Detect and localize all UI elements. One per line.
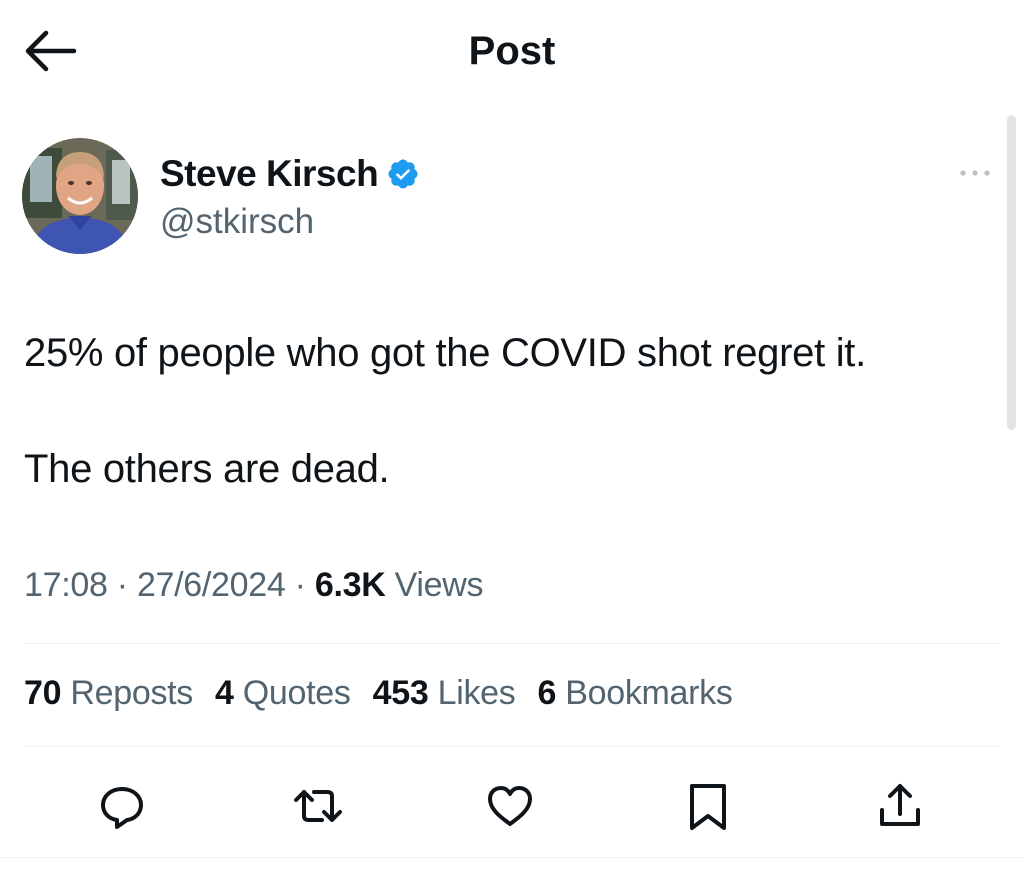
repost-button[interactable] bbox=[290, 778, 346, 834]
views-label: Views bbox=[394, 566, 484, 604]
post-text-line: 25% of people who got the COVID shot reg… bbox=[24, 331, 866, 375]
post-meta: 17:08 · 27/6/2024 · 6.3K Views bbox=[24, 566, 484, 605]
action-bar bbox=[0, 770, 1024, 840]
top-bar: Post bbox=[0, 0, 1024, 100]
bookmark-button[interactable] bbox=[680, 778, 736, 834]
stat-reposts[interactable]: 70 Reposts bbox=[24, 674, 193, 713]
divider bbox=[24, 746, 1000, 747]
post-text: 25% of people who got the COVID shot reg… bbox=[24, 324, 1004, 498]
share-icon bbox=[880, 784, 920, 826]
author-display-name: Steve Kirsch bbox=[160, 153, 379, 194]
repost-icon bbox=[294, 790, 342, 822]
more-options-button[interactable] bbox=[955, 158, 995, 188]
meta-separator: · bbox=[116, 566, 128, 604]
engagement-stats: 70 Reposts 4 Quotes 453 Likes 6 Bookmark… bbox=[24, 674, 755, 713]
author-handle[interactable]: @stkirsch bbox=[160, 202, 314, 242]
post-date[interactable]: 27/6/2024 bbox=[137, 566, 286, 604]
reply-icon bbox=[101, 787, 143, 829]
stat-count: 453 bbox=[372, 674, 429, 712]
like-icon bbox=[488, 786, 532, 826]
stat-label: Likes bbox=[437, 674, 516, 712]
divider bbox=[0, 857, 1024, 858]
stat-likes[interactable]: 453 Likes bbox=[373, 674, 516, 713]
divider bbox=[24, 643, 1000, 644]
share-button[interactable] bbox=[872, 778, 928, 834]
bookmark-icon bbox=[690, 784, 726, 830]
more-dots-icon bbox=[960, 170, 990, 176]
post-time[interactable]: 17:08 bbox=[24, 566, 108, 604]
author-name-row[interactable]: Steve Kirsch bbox=[160, 152, 420, 196]
like-button[interactable] bbox=[482, 778, 538, 834]
stat-bookmarks[interactable]: 6 Bookmarks bbox=[537, 674, 732, 713]
post-author: Steve Kirsch @stkirsch bbox=[22, 138, 922, 258]
stat-count: 4 bbox=[215, 674, 234, 712]
stat-count: 70 bbox=[24, 674, 62, 712]
scrollbar[interactable] bbox=[1007, 115, 1016, 430]
meta-separator: · bbox=[294, 566, 306, 604]
stat-quotes[interactable]: 4 Quotes bbox=[215, 674, 351, 713]
stat-label: Bookmarks bbox=[565, 674, 733, 712]
stat-label: Quotes bbox=[242, 674, 351, 712]
reply-button[interactable] bbox=[94, 778, 150, 834]
avatar-image bbox=[22, 138, 138, 254]
avatar[interactable] bbox=[22, 138, 138, 254]
page-title: Post bbox=[468, 29, 556, 73]
stat-count: 6 bbox=[537, 674, 557, 712]
stat-label: Reposts bbox=[70, 674, 194, 712]
post-text-line: The others are dead. bbox=[24, 447, 390, 491]
verified-badge-icon bbox=[386, 157, 420, 191]
views-count: 6.3K bbox=[314, 566, 386, 604]
